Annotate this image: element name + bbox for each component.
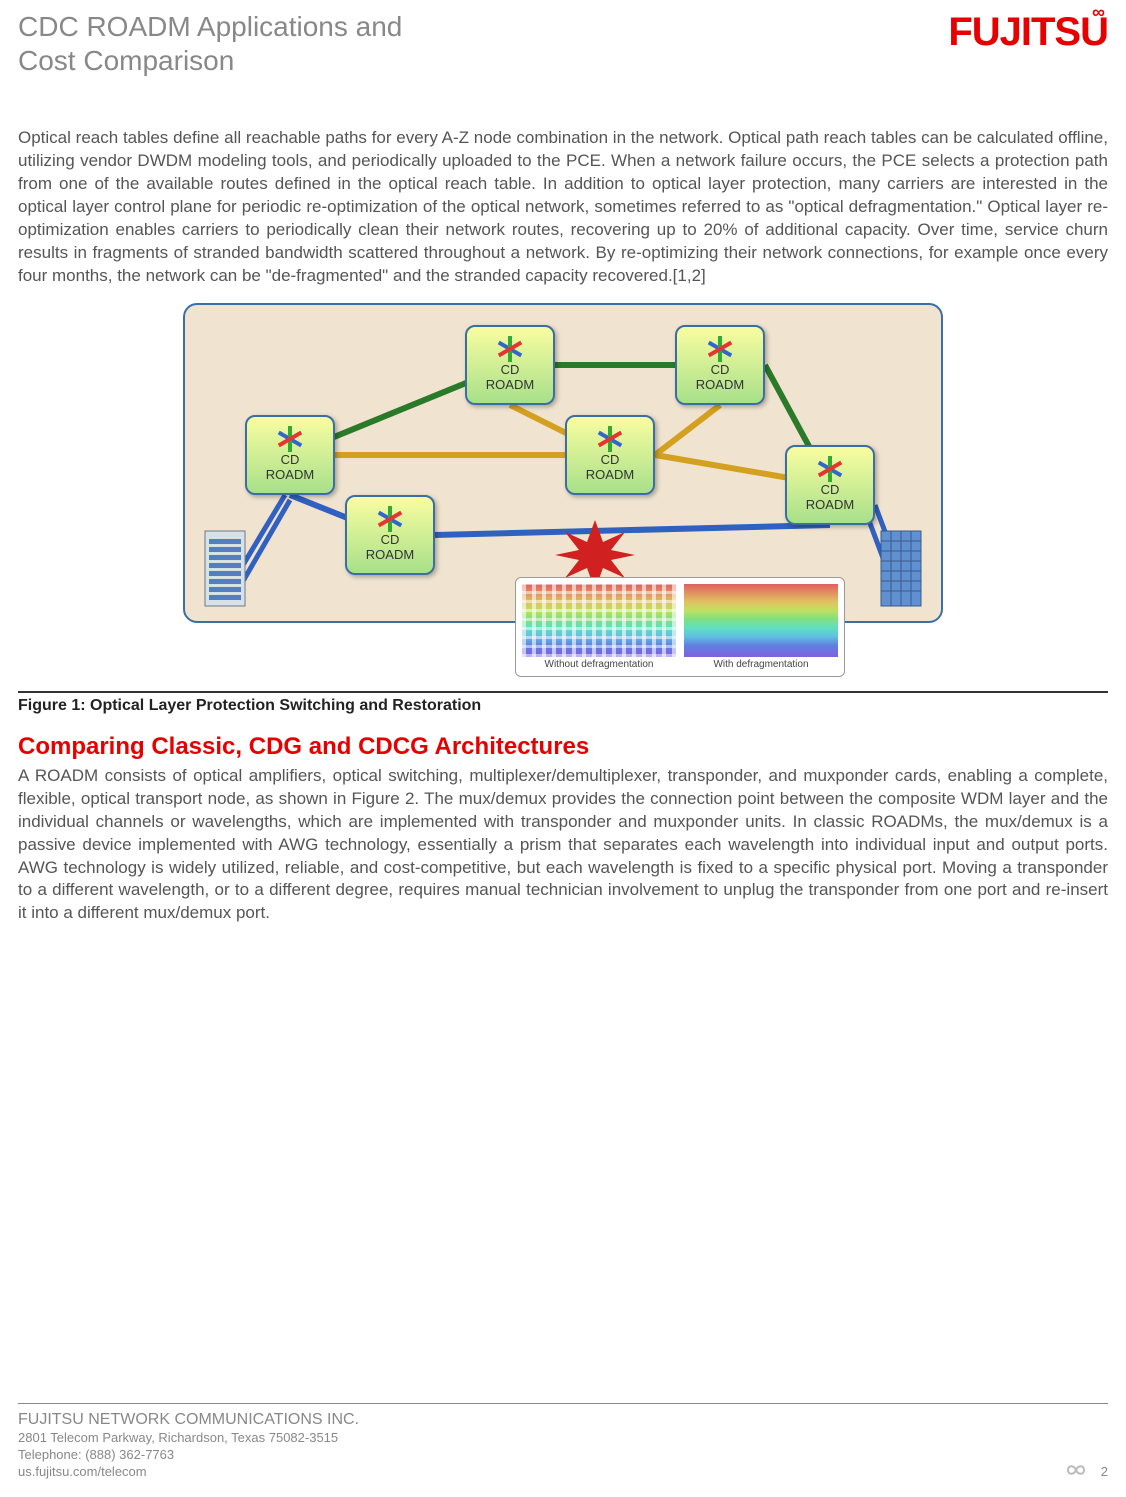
switch-icon: [705, 338, 735, 360]
node-label-1: CD: [281, 452, 300, 467]
footer-right: 2: [1061, 1459, 1108, 1481]
roadm-node-top-left: CD ROADM: [465, 325, 555, 405]
title-line-2: Cost Comparison: [18, 45, 234, 76]
roadm-node-bottom: CD ROADM: [345, 495, 435, 575]
intro-paragraph: Optical reach tables define all reachabl…: [18, 127, 1108, 288]
node-label-1: CD: [501, 362, 520, 377]
infinity-mark-icon: ∞: [1092, 2, 1104, 23]
page-header: CDC ROADM Applications and Cost Comparis…: [18, 10, 1108, 77]
roadm-node-right: CD ROADM: [785, 445, 875, 525]
node-label-2: ROADM: [266, 467, 314, 482]
fujitsu-logo: ∞ FUJITSU: [948, 10, 1108, 55]
spectrum-bars-defragmented: [684, 584, 838, 657]
footer-left: FUJITSU NETWORK COMMUNICATIONS INC. 2801…: [18, 1410, 359, 1481]
page-title: CDC ROADM Applications and Cost Comparis…: [18, 10, 402, 77]
chart-with-defrag: With defragmentation: [684, 584, 838, 670]
logo-text: FUJITSU: [948, 10, 1108, 54]
node-label-2: ROADM: [806, 497, 854, 512]
building-left-icon: [195, 521, 255, 611]
node-label-2: ROADM: [696, 377, 744, 392]
node-label-1: CD: [711, 362, 730, 377]
title-line-1: CDC ROADM Applications and: [18, 11, 402, 42]
figure-divider: [18, 691, 1108, 693]
building-right-icon: [871, 521, 931, 611]
node-label-2: ROADM: [586, 467, 634, 482]
footer-website: us.fujitsu.com/telecom: [18, 1464, 359, 1481]
roadm-node-left: CD ROADM: [245, 415, 335, 495]
footer-divider: [18, 1403, 1108, 1404]
figure-1-caption: Figure 1: Optical Layer Protection Switc…: [18, 697, 1108, 715]
roadm-node-top-right: CD ROADM: [675, 325, 765, 405]
comparing-paragraph: A ROADM consists of optical amplifiers, …: [18, 765, 1108, 926]
defrag-charts: Without defragmentation With defragmenta…: [515, 577, 845, 677]
node-label-2: ROADM: [486, 377, 534, 392]
chart-without-defrag: Without defragmentation: [522, 584, 676, 670]
switch-icon: [815, 458, 845, 480]
roadm-node-center: CD ROADM: [565, 415, 655, 495]
node-label-1: CD: [601, 452, 620, 467]
page-number: 2: [1101, 1464, 1108, 1481]
switch-icon: [275, 428, 305, 450]
figure-1-container: CD ROADM CD ROADM CD ROADM CD ROADM CD R…: [18, 303, 1108, 623]
footer-infinity-icon: [1061, 1459, 1091, 1481]
spectrum-bars-fragmented: [522, 584, 676, 657]
switch-icon: [495, 338, 525, 360]
page-footer: FUJITSU NETWORK COMMUNICATIONS INC. 2801…: [18, 1403, 1108, 1481]
footer-telephone: Telephone: (888) 362-7763: [18, 1447, 359, 1464]
switch-icon: [375, 508, 405, 530]
node-label-2: ROADM: [366, 547, 414, 562]
chart-label-without: Without defragmentation: [522, 659, 676, 670]
network-diagram: CD ROADM CD ROADM CD ROADM CD ROADM CD R…: [183, 303, 943, 623]
section-heading-comparing: Comparing Classic, CDG and CDCG Architec…: [18, 733, 1108, 761]
switch-icon: [595, 428, 625, 450]
chart-label-with: With defragmentation: [684, 659, 838, 670]
footer-company-name: FUJITSU NETWORK COMMUNICATIONS INC.: [18, 1410, 359, 1431]
node-label-1: CD: [821, 482, 840, 497]
node-label-1: CD: [381, 532, 400, 547]
footer-address: 2801 Telecom Parkway, Richardson, Texas …: [18, 1430, 359, 1447]
